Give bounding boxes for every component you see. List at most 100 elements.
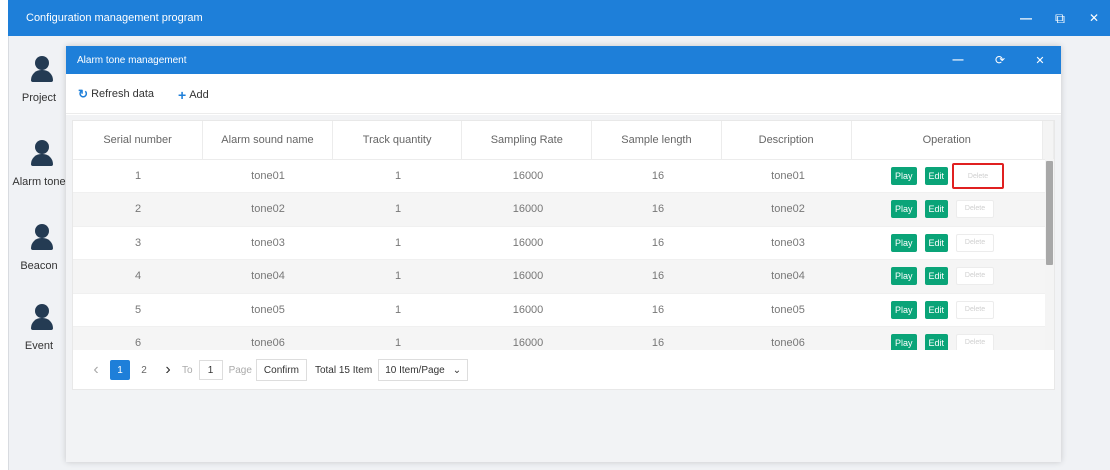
sidebar-item-alarm-tone[interactable]: Alarm tone (9, 140, 69, 202)
edit-button[interactable]: Edit (924, 334, 949, 350)
cell-description: tone03 (723, 226, 853, 260)
refresh-data-button[interactable]: ↻ Refresh data (78, 87, 154, 101)
dialog-header: Alarm tone management — ⟳ ✕ (66, 46, 1061, 74)
cell-operation: Play Edit Delete (853, 259, 1045, 294)
goto-page-input[interactable]: 1 (198, 360, 223, 380)
restore-button[interactable]: ⧉ (1042, 0, 1078, 36)
page-size-select[interactable]: 10 Item/Page ⌄ (378, 359, 469, 381)
cell-serial: 2 (73, 192, 203, 227)
pagination: ‹ 1 2 › To 1 Page Confirm Total 15 Item … (73, 351, 1054, 389)
cell-serial: 5 (73, 293, 203, 327)
delete-button[interactable]: Delete (956, 267, 995, 286)
cell-name: tone04 (203, 259, 333, 294)
play-button[interactable]: Play (891, 334, 917, 350)
cell-rate: 16000 (463, 293, 593, 327)
edit-button[interactable]: Edit (924, 267, 949, 286)
table-row[interactable]: 5 tone05 1 16000 16 tone05 Play Edit Del… (73, 293, 1045, 327)
user-icon (31, 56, 53, 84)
cell-tracks: 1 (333, 293, 463, 327)
user-icon (31, 140, 53, 168)
alarm-tone-table: Serial number Alarm sound name Track qua… (72, 120, 1055, 390)
cell-tracks: 1 (333, 259, 463, 294)
sidebar-item-label: Event (24, 340, 54, 352)
cell-operation: Play Edit Delete (853, 293, 1045, 327)
sidebar-item-label: Project (21, 92, 57, 104)
column-header[interactable]: Track quantity (332, 121, 463, 160)
chevron-down-icon: ⌄ (452, 364, 462, 376)
dialog-minimize-button[interactable]: — (946, 46, 970, 74)
play-button[interactable]: Play (891, 233, 917, 252)
cell-name: tone03 (203, 226, 333, 260)
column-header[interactable]: Serial number (73, 121, 204, 160)
delete-button[interactable]: Delete (956, 334, 995, 350)
sidebar-item-event[interactable]: Event (9, 304, 69, 366)
table-body: 1 tone01 1 16000 16 tone01 Play Edit Del… (73, 159, 1045, 350)
sidebar-item-label: Alarm tone (12, 176, 66, 188)
toolbar: ↻ Refresh data + Add (66, 74, 1061, 114)
table-row[interactable]: 6 tone06 1 16000 16 tone06 Play Edit Del… (73, 326, 1045, 350)
sidebar-item-label: Beacon (20, 260, 58, 272)
edit-button[interactable]: Edit (924, 233, 949, 252)
prev-page-button[interactable]: ‹ (86, 360, 106, 380)
dialog-close-button[interactable]: ✕ (1028, 46, 1052, 74)
cell-length: 16 (593, 293, 723, 327)
close-icon: ✕ (1088, 11, 1100, 25)
table-row[interactable]: 4 tone04 1 16000 16 tone04 Play Edit Del… (73, 259, 1045, 294)
column-header[interactable]: Description (721, 121, 852, 160)
cell-serial: 3 (73, 226, 203, 260)
sidebar-item-project[interactable]: Project (9, 56, 69, 118)
cell-tracks: 1 (333, 226, 463, 260)
scrollbar-thumb[interactable] (1046, 161, 1053, 265)
page-2-button[interactable]: 2 (134, 360, 154, 380)
table-row[interactable]: 3 tone03 1 16000 16 tone03 Play Edit Del… (73, 226, 1045, 260)
play-button[interactable]: Play (891, 267, 917, 286)
refresh-data-label: Refresh data (91, 88, 155, 100)
app-title-bar: Configuration management program — ⧉ ✕ (8, 0, 1110, 36)
cell-description: tone06 (723, 326, 853, 350)
column-header[interactable]: Sampling Rate (461, 121, 593, 160)
cell-length: 16 (593, 226, 723, 260)
cell-length: 16 (593, 326, 723, 350)
cell-name: tone06 (203, 326, 333, 350)
close-button[interactable]: ✕ (1076, 0, 1110, 36)
close-icon: ✕ (1035, 54, 1045, 67)
cell-tracks: 1 (333, 326, 463, 350)
cell-serial: 6 (73, 326, 203, 350)
column-header: Operation (851, 121, 1043, 160)
play-button[interactable]: Play (891, 200, 917, 219)
add-button[interactable]: + Add (178, 87, 209, 103)
cell-description: tone01 (723, 159, 853, 193)
delete-button[interactable]: Delete (952, 162, 1005, 189)
user-icon (31, 224, 53, 252)
cell-rate: 16000 (463, 326, 593, 350)
cell-operation: Play Edit Delete (853, 326, 1045, 350)
edit-button[interactable]: Edit (924, 300, 949, 319)
play-button[interactable]: Play (891, 300, 917, 319)
sidebar-item-beacon[interactable]: Beacon (9, 224, 69, 286)
alarm-tone-dialog: Alarm tone management — ⟳ ✕ ↻ Refresh da… (66, 46, 1061, 462)
plus-icon: + (178, 87, 187, 103)
confirm-button[interactable]: Confirm (255, 359, 307, 381)
edit-button[interactable]: Edit (924, 200, 949, 219)
cell-name: tone05 (203, 293, 333, 327)
column-header[interactable]: Alarm sound name (202, 121, 333, 160)
goto-label: To (182, 364, 193, 376)
table-scrollbar[interactable] (1045, 159, 1054, 350)
cell-serial: 1 (73, 159, 203, 193)
next-page-button[interactable]: › (158, 360, 178, 380)
user-icon (31, 304, 53, 332)
delete-button[interactable]: Delete (956, 200, 995, 219)
column-header[interactable]: Sample length (591, 121, 722, 160)
minimize-button[interactable]: — (1008, 0, 1044, 36)
play-button[interactable]: Play (891, 166, 917, 185)
cell-operation: Play Edit Delete (853, 159, 1045, 193)
delete-button[interactable]: Delete (956, 233, 995, 252)
edit-button[interactable]: Edit (924, 166, 949, 185)
add-label: Add (189, 89, 209, 101)
delete-button[interactable]: Delete (956, 300, 995, 319)
dialog-title: Alarm tone management (77, 55, 187, 66)
table-row[interactable]: 2 tone02 1 16000 16 tone02 Play Edit Del… (73, 192, 1045, 227)
table-row[interactable]: 1 tone01 1 16000 16 tone01 Play Edit Del… (73, 159, 1045, 193)
page-1-button[interactable]: 1 (110, 360, 130, 380)
dialog-restore-button[interactable]: ⟳ (988, 46, 1012, 74)
